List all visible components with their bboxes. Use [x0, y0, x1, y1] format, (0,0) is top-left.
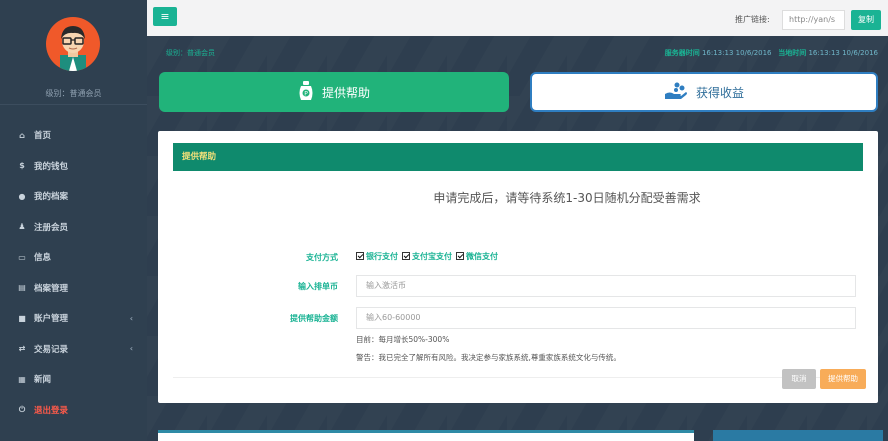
- bottom-panel-right: [713, 430, 883, 441]
- main-content: 级别：普通会员 服务器时间 16:13:13 10/6/2016 当地时间 16…: [147, 36, 888, 441]
- sidebar-item-label: 信息: [34, 253, 52, 264]
- sidebar-item-label: 首页: [34, 131, 52, 142]
- male-icon: ♟: [18, 222, 26, 232]
- payment-option-bank[interactable]: 银行支付: [356, 251, 398, 262]
- hamburger-icon: ≡: [160, 10, 170, 23]
- power-icon: ⏻: [18, 404, 26, 414]
- sidebar-item-logout[interactable]: ⏻ 退出登录: [0, 395, 147, 426]
- sidebar-item-label: 档案管理: [34, 283, 69, 294]
- amount-label: 提供帮助金额: [290, 314, 338, 323]
- top-bar: ≡ 推广链接: http://yan/s 复制: [147, 0, 888, 36]
- sidebar-item-label: 我的钱包: [34, 161, 69, 172]
- svg-text:P: P: [304, 90, 308, 97]
- sidebar-item-transactions[interactable]: ⇄ 交易记录 ‹: [0, 334, 147, 365]
- sidebar: 级别：普通会员 ⌂ 首页 $ 我的钱包 ● 我的档案 ♟ 注册会员 ▭ 信息 ▤…: [0, 0, 147, 441]
- sidebar-item-news[interactable]: ▦ 新闻: [0, 364, 147, 395]
- avatar[interactable]: [46, 17, 100, 71]
- local-time: 16:13:13 10/6/2016: [808, 49, 878, 57]
- chevron-left-icon: ‹: [129, 313, 133, 323]
- sidebar-item-home[interactable]: ⌂ 首页: [0, 120, 147, 151]
- folder-icon: ▭: [18, 252, 26, 262]
- payment-method-label: 支付方式: [306, 253, 338, 262]
- sidebar-item-label: 新闻: [34, 375, 52, 386]
- payment-option-wechat[interactable]: 微信支付: [456, 251, 498, 262]
- chevron-left-icon: ‹: [129, 344, 133, 354]
- promo-link-label: 推广链接:: [735, 15, 770, 24]
- exchange-icon: ⇄: [18, 344, 26, 354]
- panel-divider: [173, 377, 863, 378]
- money-bag-icon: P: [298, 80, 314, 104]
- home-icon: ⌂: [19, 130, 25, 140]
- sidebar-item-label: 我的档案: [34, 192, 69, 203]
- hand-coins-icon: [664, 82, 688, 103]
- growth-hint: 目前：每月增长50%-300%: [356, 335, 450, 344]
- provide-help-button[interactable]: P 提供帮助: [159, 72, 509, 112]
- sidebar-item-profile[interactable]: ● 我的档案: [0, 181, 147, 212]
- bottom-panel-left: [158, 430, 694, 441]
- sidebar-item-records[interactable]: ▤ 档案管理: [0, 273, 147, 304]
- newspaper-icon: ▦: [18, 374, 26, 384]
- copy-button[interactable]: 复制: [851, 10, 881, 30]
- local-time-label: 当地时间: [778, 49, 807, 57]
- get-earnings-label: 获得收益: [695, 85, 744, 100]
- panel-notice: 申请完成后，请等待系统1-30日随机分配受善需求: [433, 191, 701, 205]
- provide-help-label: 提供帮助: [321, 85, 370, 100]
- lock-icon: ■: [18, 313, 26, 323]
- sidebar-item-register[interactable]: ♟ 注册会员: [0, 212, 147, 243]
- risk-warning: 警告：我已完全了解所有风险。我决定参与家族系统,尊重家族系统文化与传统。: [356, 353, 621, 362]
- dollar-icon: $: [19, 161, 25, 171]
- submit-help-button[interactable]: 提供帮助: [820, 369, 866, 389]
- sidebar-item-label: 注册会员: [34, 222, 69, 233]
- menu-toggle-button[interactable]: ≡: [153, 7, 177, 26]
- time-readout: 服务器时间 16:13:13 10/6/2016 当地时间 16:13:13 1…: [665, 48, 878, 58]
- get-earnings-button[interactable]: 获得收益: [530, 72, 878, 112]
- sidebar-nav: ⌂ 首页 $ 我的钱包 ● 我的档案 ♟ 注册会员 ▭ 信息 ▤ 档案管理 ■ …: [0, 120, 147, 425]
- provide-help-panel: 提供帮助 申请完成后，请等待系统1-30日随机分配受善需求 支付方式 银行支付 …: [158, 131, 878, 403]
- sidebar-item-label: 退出登录: [34, 405, 69, 416]
- member-level: 级别：普通会员: [166, 49, 215, 57]
- sidebar-item-label: 账户管理: [34, 314, 69, 325]
- code-label: 输入排单币: [298, 282, 338, 291]
- user-level: 级别：普通会员: [45, 89, 102, 98]
- sidebar-divider: [0, 104, 147, 105]
- sidebar-item-account[interactable]: ■ 账户管理 ‹: [0, 303, 147, 334]
- sidebar-item-messages[interactable]: ▭ 信息: [0, 242, 147, 273]
- payment-options: 银行支付 支付宝支付 微信支付: [356, 251, 498, 262]
- sidebar-item-wallet[interactable]: $ 我的钱包: [0, 151, 147, 182]
- sidebar-item-label: 交易记录: [34, 344, 69, 355]
- panel-title: 提供帮助: [173, 143, 863, 171]
- checkbox-checked-icon[interactable]: [456, 252, 464, 260]
- amount-input[interactable]: 输入60-60000: [356, 307, 856, 329]
- payment-option-alipay[interactable]: 支付宝支付: [402, 251, 452, 262]
- user-icon: ●: [18, 191, 26, 201]
- checkbox-checked-icon[interactable]: [356, 252, 364, 260]
- cancel-button[interactable]: 取消: [782, 369, 816, 389]
- user-avatar-icon: [60, 26, 86, 71]
- card-icon: ▤: [18, 283, 26, 293]
- promo-link-input[interactable]: http://yan/s: [782, 10, 845, 30]
- checkbox-checked-icon[interactable]: [402, 252, 410, 260]
- server-time-label: 服务器时间: [664, 49, 700, 57]
- server-time: 16:13:13 10/6/2016: [701, 49, 772, 57]
- code-input[interactable]: 输入激活币: [356, 275, 856, 297]
